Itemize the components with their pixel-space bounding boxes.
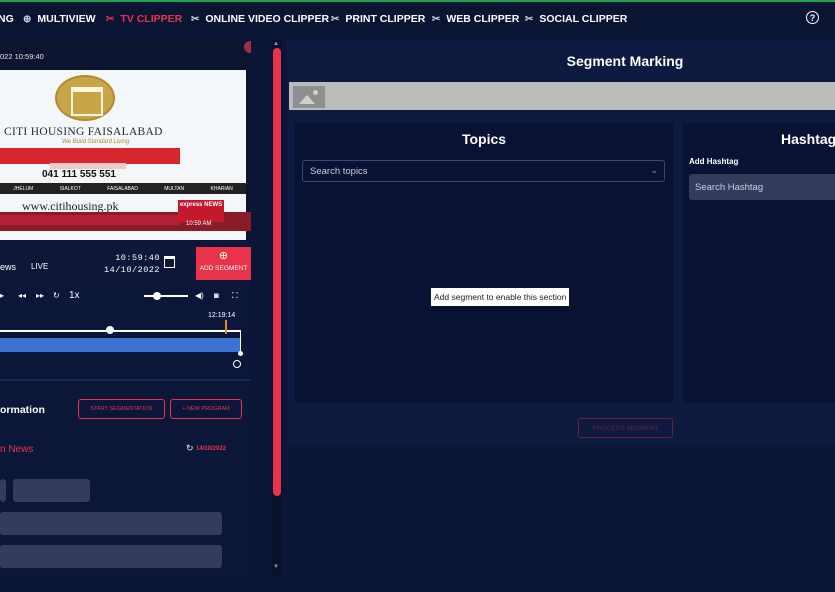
timeline-marker	[225, 320, 227, 334]
plus-icon: ⊕	[218, 250, 229, 262]
speed-selector[interactable]: 1x	[69, 290, 80, 301]
add-hashtag-label: Add Hashtag	[689, 157, 739, 166]
ad-phone: 041 111 555 551	[42, 169, 116, 180]
ad-tagline: We Build Standard Living	[62, 139, 130, 145]
forward-icon[interactable]: ▸▸	[36, 291, 44, 300]
video-player[interactable]: 022 10:59:40 CITI HOUSING FAISALABAD We …	[0, 40, 251, 240]
program-field-2[interactable]	[13, 479, 90, 502]
hashtag-title: Hashtag	[781, 131, 835, 147]
topics-title: Topics	[461, 131, 507, 147]
top-navigation: NG ⊕ MULTIVIEW ✂ TV CLIPPER ✂ ONLINE VIDEO …	[0, 0, 835, 34]
segment-marking-panel: Segment Marking Topics Search topics ⌄ Ad…	[287, 40, 835, 445]
ad-cities: JHELUM SIALKOT FAISALABAD MULTAN KHARIAN	[0, 183, 246, 194]
calendar-icon[interactable]	[164, 256, 175, 268]
nav-item-partial[interactable]: NG	[0, 12, 14, 26]
fullscreen-icon[interactable]: ⛶	[232, 291, 238, 301]
left-panel: 022 10:59:40 CITI HOUSING FAISALABAD We …	[0, 40, 251, 576]
segment-marking-title: Segment Marking	[566, 53, 684, 69]
nav-item-print-clipper[interactable]: ✂ PRINT CLIPPER	[331, 12, 425, 26]
nav-item-social-clipper[interactable]: ✂ SOCIAL CLIPPER	[525, 12, 627, 26]
disabled-tooltip: Add segment to enable this section	[431, 288, 570, 306]
topics-section: Topics Search topics ⌄ Add segment to ena…	[295, 123, 673, 403]
scissors-icon: ✂	[331, 13, 340, 25]
timeline[interactable]: 12:19:14	[0, 310, 251, 374]
chevron-down-icon[interactable]: ⌄	[650, 165, 658, 176]
timeline-end-time: 12:19:14	[208, 312, 236, 319]
timeline-playhead[interactable]	[106, 326, 114, 334]
new-program-button[interactable]: + NEW PROGRAM	[170, 399, 242, 419]
video-clock: 10:59 AM	[186, 221, 212, 227]
zoom-icon[interactable]	[233, 360, 241, 368]
ad-company-name: CITI HOUSING FAISALABAD	[4, 126, 163, 138]
nav-item-web-clipper[interactable]: ✂ WEB CLIPPER	[432, 12, 519, 26]
refresh-icon[interactable]: ↻	[186, 443, 194, 454]
play-icon[interactable]: ▸	[0, 291, 4, 300]
process-segment-button[interactable]: PROCESS SEGMENT	[578, 418, 673, 438]
ticker-text	[0, 215, 180, 225]
divider	[0, 379, 251, 381]
thumbnail-strip	[289, 82, 835, 110]
scissors-icon: ✂	[191, 13, 200, 25]
rewind-icon[interactable]: ◂◂	[18, 291, 26, 300]
program-field-1[interactable]	[0, 479, 6, 502]
nav-item-multiview[interactable]: ⊕ MULTIVIEW	[23, 12, 96, 26]
video-timestamp: 022 10:59:40	[0, 52, 44, 61]
scissors-icon: ✂	[106, 13, 115, 25]
scroll-up-icon[interactable]: ▲	[273, 41, 279, 47]
logo-icon	[55, 75, 115, 121]
globe-icon: ⊕	[23, 13, 32, 25]
scissors-icon: ✂	[525, 13, 534, 25]
scrollbar[interactable]: ▲ ▼	[272, 40, 282, 576]
ad-banner	[0, 148, 180, 164]
volume-slider[interactable]	[144, 295, 188, 297]
playback-controls: ▸ ◂◂ ▸▸ ↻ 1x ◀) ◙ ⛶	[0, 286, 251, 306]
channel-info-bar: ews LIVE 10:59:40 14/10/2022 ⊕ ADD SEGMENT	[0, 246, 251, 288]
search-topics-input[interactable]: Search topics ⌄	[302, 160, 665, 182]
start-segmentation-button[interactable]: START SEGMENTATION	[78, 399, 165, 419]
program-channel-name: n News	[0, 444, 34, 455]
section-title: ormation	[0, 404, 45, 416]
live-badge: LIVE	[31, 262, 49, 271]
nav-item-tv-clipper[interactable]: ✂ TV CLIPPER	[106, 12, 182, 26]
volume-knob[interactable]	[153, 292, 161, 300]
current-datetime: 10:59:40 14/10/2022	[104, 253, 161, 275]
volume-icon[interactable]: ◀)	[195, 291, 204, 300]
timeline-track[interactable]	[0, 330, 241, 332]
search-hashtag-input[interactable]: Search Hashtag	[689, 174, 835, 200]
program-date: 14/10/2022	[196, 446, 227, 452]
timeline-end-dot[interactable]	[238, 351, 243, 356]
channel-name: ews	[0, 262, 17, 272]
help-icon[interactable]: ?	[806, 11, 819, 24]
add-segment-button[interactable]: ⊕ ADD SEGMENT	[196, 247, 251, 280]
hashtag-section: Hashtag Add Hashtag Search Hashtag	[683, 123, 835, 403]
program-field-3[interactable]	[0, 512, 222, 535]
scroll-down-icon[interactable]: ▼	[273, 564, 279, 570]
program-field-4[interactable]	[0, 545, 222, 568]
channel-logo: express NEWS	[178, 200, 224, 222]
scrollbar-thumb[interactable]	[273, 48, 281, 496]
replay-icon[interactable]: ↻	[53, 291, 60, 300]
scissors-icon: ✂	[432, 13, 441, 25]
camera-icon[interactable]: ◙	[214, 291, 219, 300]
image-placeholder-icon	[293, 86, 325, 108]
timeline-segment[interactable]	[0, 338, 241, 352]
nav-item-online-video-clipper[interactable]: ✂ ONLINE VIDEO CLIPPER	[191, 12, 329, 26]
close-icon[interactable]	[244, 41, 251, 53]
